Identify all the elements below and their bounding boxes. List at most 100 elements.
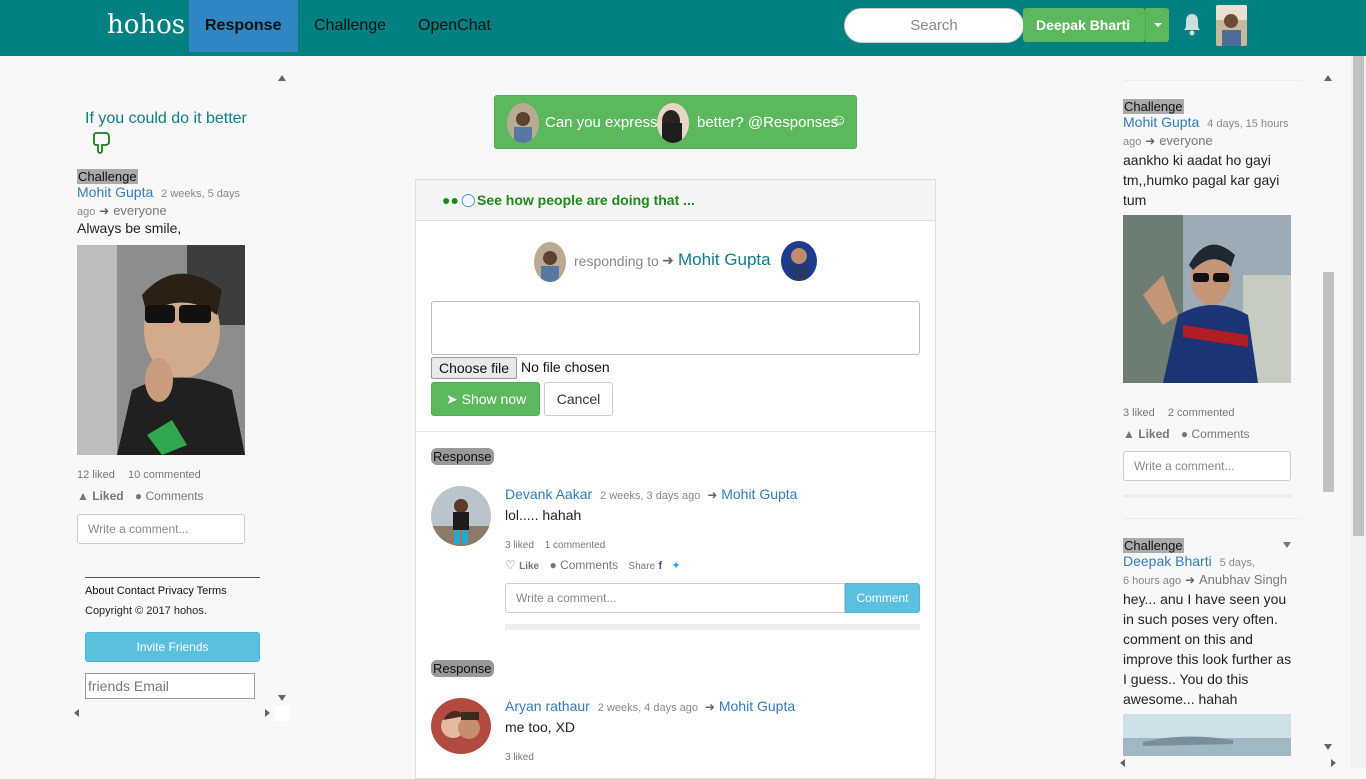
- post-time-ago: ago: [77, 206, 96, 218]
- comments-icon: ●: [134, 489, 143, 503]
- scroll-down-arrow[interactable]: [278, 695, 286, 701]
- post-text-line: comment on this and: [1123, 631, 1253, 647]
- responding-to-name[interactable]: Mohit Gupta: [678, 250, 771, 270]
- tab-challenge[interactable]: Challenge: [298, 0, 402, 52]
- response-tag-wrap: Response: [431, 660, 494, 677]
- post-tag: Challenge: [1123, 538, 1184, 553]
- post-text: hey... anu I have seen you in such poses…: [1123, 589, 1291, 709]
- search-input[interactable]: Search: [844, 8, 1024, 43]
- response-comment-input[interactable]: Write a comment...: [505, 583, 845, 613]
- response-author-avatar[interactable]: [431, 486, 491, 546]
- response-commented-count[interactable]: 1 commented: [545, 540, 606, 551]
- user-avatar[interactable]: [1216, 5, 1247, 46]
- left-post-meta: Mohit Gupta 2 weeks, 5 days ago ➜ everyo…: [77, 184, 257, 220]
- post-time-ago: 6 hours ago: [1123, 575, 1182, 587]
- liked-button[interactable]: Liked: [1138, 427, 1169, 441]
- response-text: lol..... hahah: [505, 507, 582, 523]
- response-time: 2 weeks, 4 days ago: [597, 702, 699, 714]
- scroll-left-arrow[interactable]: [74, 709, 79, 717]
- thumbs-up-icon: ▲: [77, 489, 89, 503]
- response-liked-count[interactable]: 3 liked: [505, 540, 534, 551]
- post-text-line: hey... anu I have seen you: [1123, 591, 1287, 607]
- post-author-link[interactable]: Deepak Bharti: [1123, 553, 1212, 569]
- liked-count[interactable]: 12 liked: [77, 469, 115, 481]
- right-post-stats: 3 liked 2 commented: [1123, 407, 1235, 419]
- scroll-right-arrow[interactable]: [265, 709, 270, 717]
- footer-links[interactable]: About Contact Privacy Terms: [85, 585, 227, 597]
- arrow-right-icon: ➜: [704, 700, 715, 714]
- scroll-up-arrow[interactable]: [278, 75, 286, 81]
- target-avatar[interactable]: [781, 241, 817, 281]
- smile-icon: ☺: [831, 112, 848, 129]
- post-author-link[interactable]: Mohit Gupta: [1123, 114, 1199, 130]
- post-options-caret[interactable]: [1283, 542, 1291, 548]
- comment-button[interactable]: Comment: [845, 583, 920, 613]
- arrow-right-icon: ➜: [99, 204, 110, 218]
- right-post-tag-wrap: Challenge: [1123, 98, 1184, 114]
- express-banner-button[interactable]: Can you express better? @Responses ☺: [494, 95, 857, 149]
- left-comment-input[interactable]: Write a comment...: [77, 514, 245, 544]
- page-scrollbar[interactable]: [1351, 56, 1366, 768]
- invite-friends-button[interactable]: Invite Friends: [85, 632, 260, 662]
- response-author-link[interactable]: Aryan rathaur: [505, 698, 590, 714]
- post-tag: Challenge: [1123, 99, 1184, 114]
- comments-button[interactable]: Comments: [1192, 427, 1250, 441]
- arrow-right-icon: ➜: [662, 252, 674, 268]
- page-scroll-thumb[interactable]: [1353, 56, 1364, 536]
- post-photo[interactable]: [77, 245, 245, 455]
- user-menu-caret[interactable]: [1145, 8, 1169, 42]
- share-label: Share: [628, 561, 656, 572]
- post-photo[interactable]: [1123, 714, 1291, 756]
- responder-avatar: [534, 242, 566, 282]
- tab-openchat[interactable]: OpenChat: [402, 0, 507, 52]
- response-liked-count[interactable]: 3 liked: [505, 752, 534, 763]
- response-panel: ●● ◯ See how people are doing that ... r…: [415, 179, 936, 779]
- liked-count[interactable]: 3 liked: [1123, 407, 1155, 419]
- show-now-label: Show now: [461, 391, 527, 407]
- choose-file-button[interactable]: Choose file: [431, 357, 518, 379]
- right-scroll-down-arrow[interactable]: [1324, 744, 1332, 750]
- response-target-link[interactable]: Mohit Gupta: [721, 486, 797, 502]
- comments-button[interactable]: Comments: [146, 489, 204, 503]
- comments-bar: [1123, 494, 1291, 498]
- post-target[interactable]: Anubhav Singh: [1199, 572, 1287, 587]
- right-scroll-right-arrow[interactable]: [1331, 759, 1336, 767]
- response-meta: Devank Aakar 2 weeks, 3 days ago ➜ Mohit…: [505, 486, 797, 502]
- response-actions: ♡ Like ● Comments Share f ✦: [505, 558, 681, 572]
- response-target-link[interactable]: Mohit Gupta: [719, 698, 795, 714]
- right-scroll-thumb[interactable]: [1323, 272, 1334, 492]
- panel-divider: [416, 431, 935, 432]
- post-time: 5 days,: [1219, 557, 1256, 569]
- right-post-meta: Mohit Gupta 4 days, 15 hours ago ➜ every…: [1123, 114, 1303, 150]
- response-tag: Response: [431, 448, 494, 465]
- right-scroll-up-arrow[interactable]: [1324, 75, 1332, 81]
- response-tag-wrap: Response: [431, 448, 494, 465]
- right-scroll-left-arrow[interactable]: [1120, 759, 1125, 767]
- right-comment-input[interactable]: Write a comment...: [1123, 451, 1291, 481]
- like-button[interactable]: Like: [519, 561, 539, 572]
- bell-icon[interactable]: [1180, 12, 1204, 38]
- left-post-actions: ▲ Liked ● Comments: [77, 489, 204, 503]
- post-author-link[interactable]: Mohit Gupta: [77, 184, 153, 200]
- commented-count[interactable]: 2 commented: [1168, 407, 1235, 419]
- liked-button[interactable]: Liked: [92, 489, 123, 503]
- post-text-line: awesome... hahah: [1123, 691, 1238, 707]
- facebook-icon[interactable]: f: [658, 560, 662, 572]
- post-photo[interactable]: [1123, 215, 1291, 383]
- response-author-avatar[interactable]: [431, 698, 491, 754]
- show-now-button[interactable]: ➤ Show now: [431, 382, 540, 416]
- comments-button[interactable]: Comments: [560, 558, 618, 572]
- response-textarea[interactable]: [431, 301, 920, 355]
- post-text: Always be smile,: [77, 220, 182, 236]
- friends-email-input[interactable]: friends Email: [85, 673, 255, 699]
- twitter-icon[interactable]: ✦: [671, 560, 680, 572]
- user-menu-button[interactable]: Deepak Bharti: [1023, 8, 1145, 42]
- post-text: aankho ki aadat ho gayi tm,,humko pagal …: [1123, 150, 1279, 210]
- promo-text[interactable]: If you could do it better: [85, 110, 247, 128]
- brand-logo[interactable]: hohos: [107, 10, 185, 40]
- commented-count[interactable]: 10 commented: [128, 469, 201, 481]
- response-author-link[interactable]: Devank Aakar: [505, 486, 592, 502]
- post-text-line: tm,,humko pagal kar gayi: [1123, 172, 1280, 188]
- cancel-button[interactable]: Cancel: [544, 382, 613, 416]
- tab-response[interactable]: Response: [189, 0, 298, 52]
